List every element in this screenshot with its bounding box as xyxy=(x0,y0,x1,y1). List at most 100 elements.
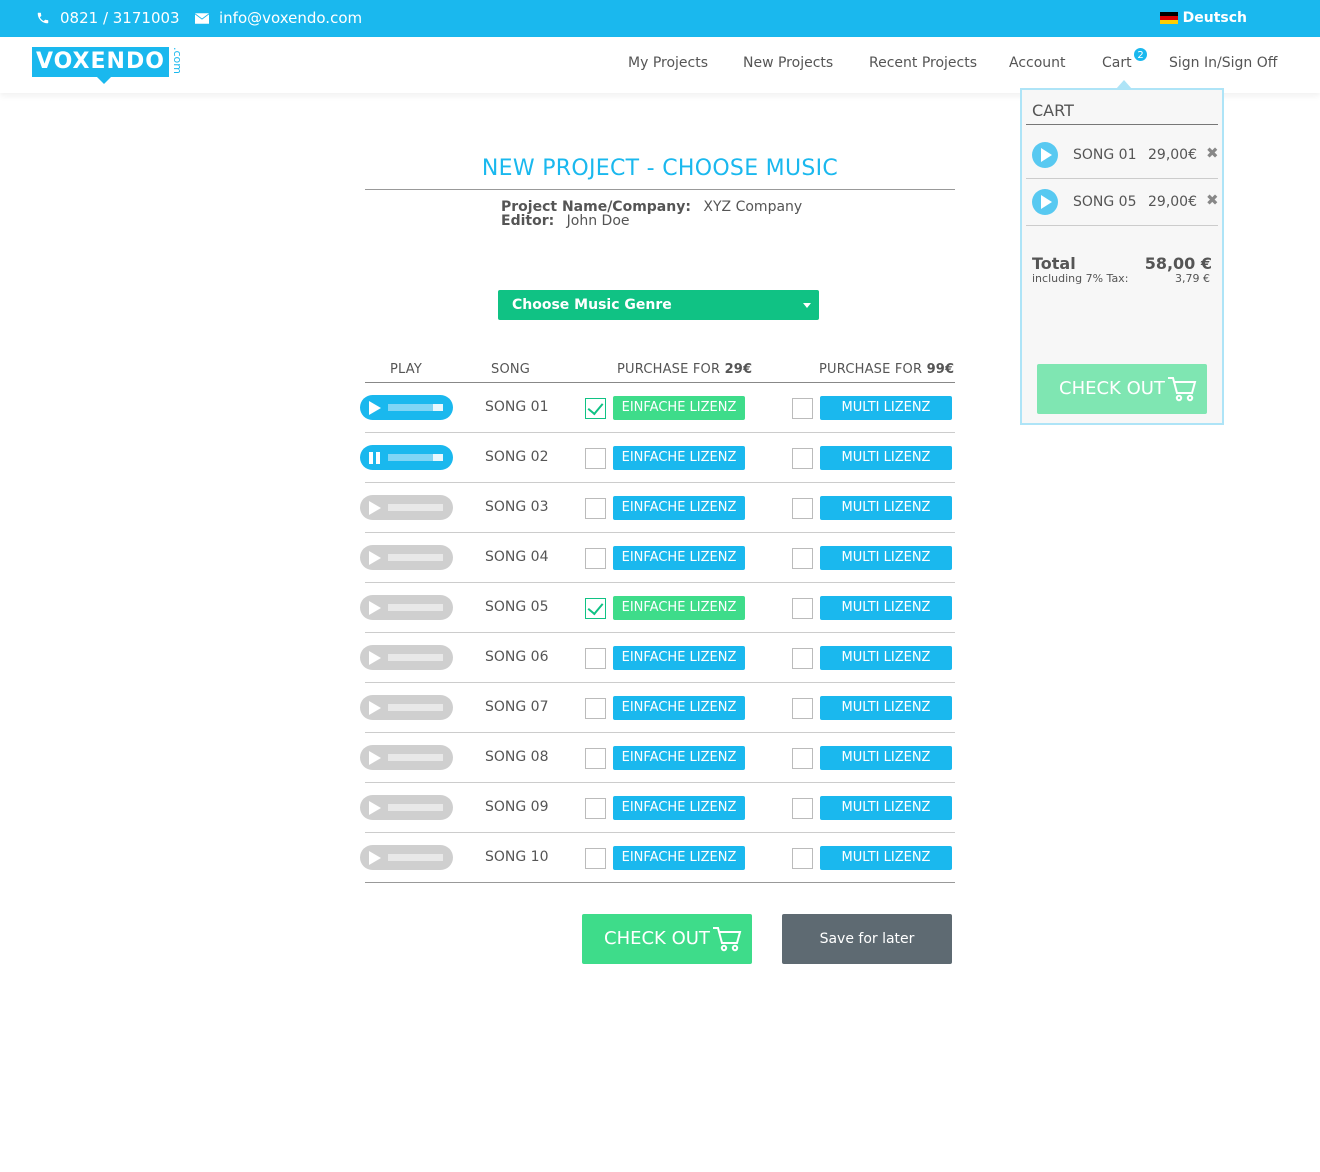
audio-player[interactable] xyxy=(360,545,453,570)
multi-license-checkbox[interactable] xyxy=(792,498,813,519)
remove-icon[interactable]: ✖ xyxy=(1206,191,1219,209)
player-progress-bar[interactable] xyxy=(388,504,443,511)
single-license-checkbox[interactable] xyxy=(585,848,606,869)
cart-tax-value: 3,79 € xyxy=(1175,272,1210,285)
nav-account[interactable]: Account xyxy=(1009,55,1066,71)
cart-checkout-button[interactable]: CHECK OUT xyxy=(1037,364,1207,414)
multi-license-checkbox[interactable] xyxy=(792,748,813,769)
nav-new-projects[interactable]: New Projects xyxy=(743,55,833,71)
audio-player[interactable] xyxy=(360,645,453,670)
audio-player[interactable] xyxy=(360,495,453,520)
play-icon[interactable] xyxy=(1032,142,1058,168)
table-row: SONG 08 EINFACHE LIZENZ MULTI LIZENZ xyxy=(360,733,955,783)
table-row: SONG 07 EINFACHE LIZENZ MULTI LIZENZ xyxy=(360,683,955,733)
multi-license-button[interactable]: MULTI LIZENZ xyxy=(820,646,952,670)
player-progress-bar[interactable] xyxy=(388,854,443,861)
play-icon xyxy=(369,501,381,515)
logo-wordmark: VOXENDO xyxy=(32,47,169,84)
single-license-button[interactable]: EINFACHE LIZENZ xyxy=(613,696,745,720)
cart-total-value: 58,00 € xyxy=(1144,254,1212,273)
email-contact[interactable]: info@voxendo.com xyxy=(195,9,362,27)
cart-item: SONG 01 29,00€ ✖ xyxy=(1032,140,1222,170)
table-row: SONG 01 EINFACHE LIZENZ MULTI LIZENZ xyxy=(360,383,955,433)
multi-license-button[interactable]: MULTI LIZENZ xyxy=(820,696,952,720)
multi-license-checkbox[interactable] xyxy=(792,548,813,569)
player-progress-bar[interactable] xyxy=(388,454,443,461)
single-license-button[interactable]: EINFACHE LIZENZ xyxy=(613,646,745,670)
nav-my-projects[interactable]: My Projects xyxy=(628,55,708,71)
multi-license-checkbox[interactable] xyxy=(792,648,813,669)
nav-recent-projects[interactable]: Recent Projects xyxy=(869,55,977,71)
single-license-checkbox[interactable] xyxy=(585,698,606,719)
single-license-checkbox[interactable] xyxy=(585,648,606,669)
language-label: Deutsch xyxy=(1182,10,1247,26)
save-for-later-button[interactable]: Save for later xyxy=(782,914,952,964)
multi-license-checkbox[interactable] xyxy=(792,398,813,419)
single-license-checkbox[interactable] xyxy=(585,798,606,819)
checkout-button[interactable]: CHECK OUT xyxy=(582,914,752,964)
player-progress-bar[interactable] xyxy=(388,554,443,561)
purchase-single-price: 29€ xyxy=(724,362,753,377)
player-progress-bar[interactable] xyxy=(388,754,443,761)
multi-license-button[interactable]: MULTI LIZENZ xyxy=(820,446,952,470)
play-icon xyxy=(369,751,381,765)
editor-line: Editor: John Doe xyxy=(501,213,630,229)
audio-player[interactable] xyxy=(360,745,453,770)
multi-license-checkbox[interactable] xyxy=(792,448,813,469)
single-license-button[interactable]: EINFACHE LIZENZ xyxy=(613,746,745,770)
phone-contact[interactable]: 0821 / 3171003 xyxy=(36,9,180,27)
multi-license-checkbox[interactable] xyxy=(792,598,813,619)
language-selector[interactable]: Deutsch xyxy=(1159,10,1247,26)
column-header-purchase-single: PURCHASE FOR 29€ xyxy=(617,362,752,377)
multi-license-button[interactable]: MULTI LIZENZ xyxy=(820,596,952,620)
single-license-checkbox[interactable] xyxy=(585,448,606,469)
single-license-checkbox[interactable] xyxy=(585,498,606,519)
single-license-button[interactable]: EINFACHE LIZENZ xyxy=(613,496,745,520)
audio-player[interactable] xyxy=(360,795,453,820)
multi-license-button[interactable]: MULTI LIZENZ xyxy=(820,546,952,570)
multi-license-button[interactable]: MULTI LIZENZ xyxy=(820,746,952,770)
single-license-button[interactable]: EINFACHE LIZENZ xyxy=(613,546,745,570)
audio-player[interactable] xyxy=(360,395,453,420)
audio-player[interactable] xyxy=(360,595,453,620)
player-progress-bar[interactable] xyxy=(388,804,443,811)
play-icon xyxy=(369,701,381,715)
play-icon xyxy=(369,401,381,415)
play-icon xyxy=(369,801,381,815)
single-license-button[interactable]: EINFACHE LIZENZ xyxy=(613,446,745,470)
single-license-checkbox[interactable] xyxy=(585,548,606,569)
play-icon xyxy=(369,651,381,665)
player-progress-bar[interactable] xyxy=(388,404,443,411)
multi-license-button[interactable]: MULTI LIZENZ xyxy=(820,496,952,520)
player-progress-bar[interactable] xyxy=(388,604,443,611)
nav-sign-in[interactable]: Sign In/Sign Off xyxy=(1169,55,1277,71)
single-license-button[interactable]: EINFACHE LIZENZ xyxy=(613,396,745,420)
player-progress-bar[interactable] xyxy=(388,654,443,661)
single-license-button[interactable]: EINFACHE LIZENZ xyxy=(613,596,745,620)
multi-license-checkbox[interactable] xyxy=(792,798,813,819)
single-license-button[interactable]: EINFACHE LIZENZ xyxy=(613,796,745,820)
multi-license-checkbox[interactable] xyxy=(792,848,813,869)
single-license-checkbox[interactable] xyxy=(585,398,606,419)
audio-player[interactable] xyxy=(360,695,453,720)
logo[interactable]: VOXENDO .com xyxy=(32,47,184,84)
genre-select[interactable]: Choose Music Genre xyxy=(498,290,819,320)
editor-label: Editor: xyxy=(501,213,555,229)
multi-license-button[interactable]: MULTI LIZENZ xyxy=(820,846,952,870)
play-icon[interactable] xyxy=(1032,189,1058,215)
nav-cart[interactable]: Cart xyxy=(1102,55,1132,71)
multi-license-checkbox[interactable] xyxy=(792,698,813,719)
audio-player[interactable] xyxy=(360,445,453,470)
player-progress-bar[interactable] xyxy=(388,704,443,711)
audio-player[interactable] xyxy=(360,845,453,870)
single-license-button[interactable]: EINFACHE LIZENZ xyxy=(613,846,745,870)
single-license-checkbox[interactable] xyxy=(585,598,606,619)
multi-license-button[interactable]: MULTI LIZENZ xyxy=(820,396,952,420)
multi-license-button[interactable]: MULTI LIZENZ xyxy=(820,796,952,820)
page-title: NEW PROJECT - CHOOSE MUSIC xyxy=(481,156,839,181)
song-name: SONG 01 xyxy=(485,399,549,415)
table-row: SONG 04 EINFACHE LIZENZ MULTI LIZENZ xyxy=(360,533,955,583)
phone-number: 0821 / 3171003 xyxy=(60,9,180,27)
remove-icon[interactable]: ✖ xyxy=(1206,144,1219,162)
single-license-checkbox[interactable] xyxy=(585,748,606,769)
